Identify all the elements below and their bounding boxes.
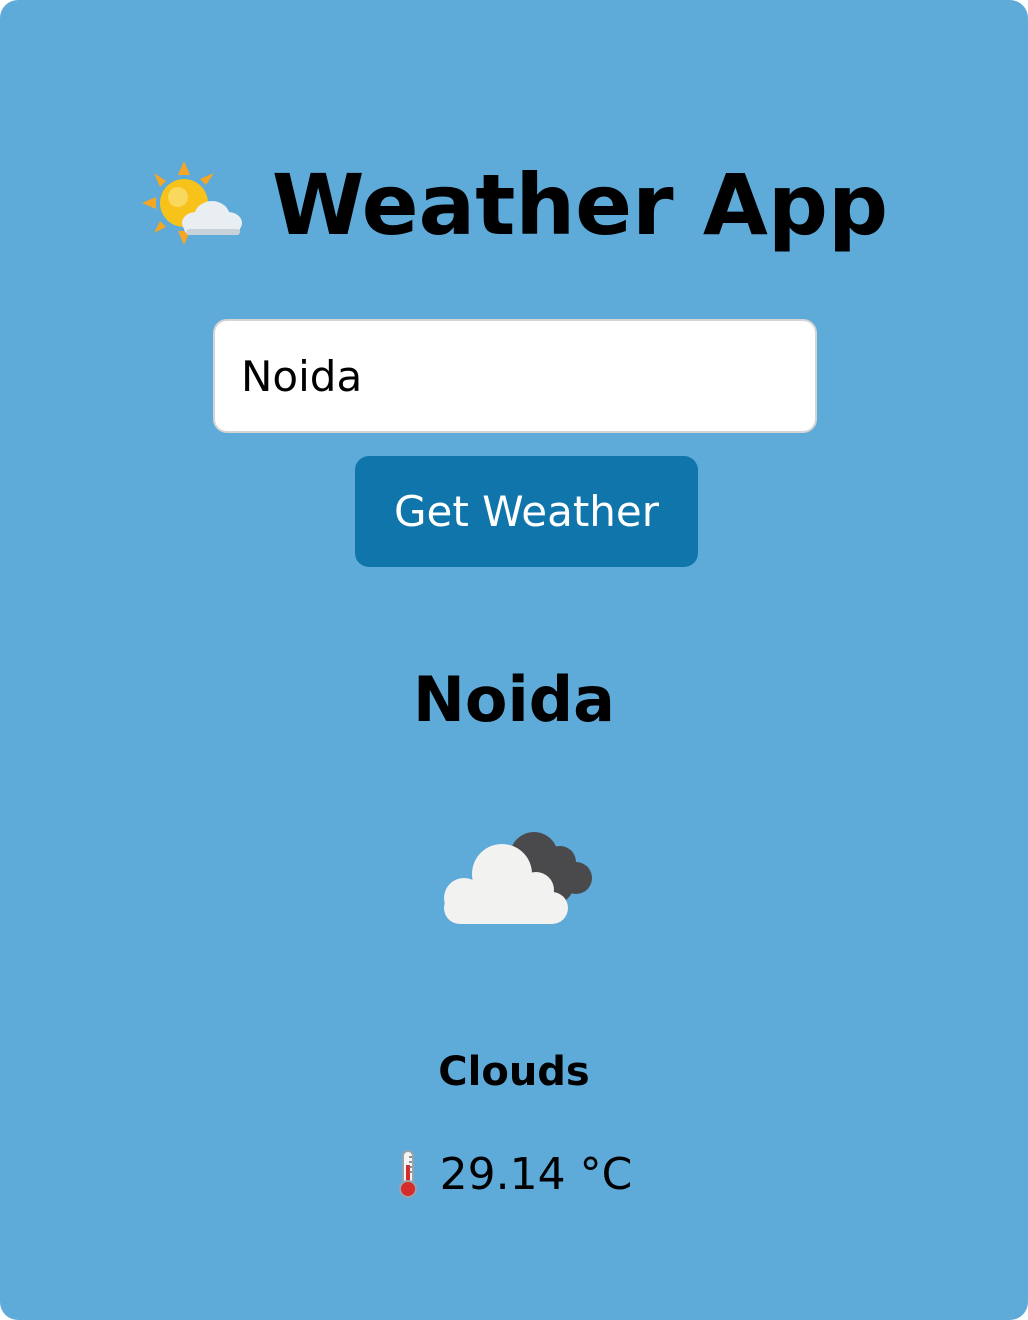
city-search-input[interactable] <box>213 319 817 433</box>
cloudy-icon <box>444 832 592 924</box>
weather-app-card: Weather App Get Weather Noida Clouds <box>0 0 1028 1320</box>
temperature-row: 29.14 °C <box>0 1146 1028 1202</box>
get-weather-button[interactable]: Get Weather <box>355 456 698 567</box>
app-header: Weather App <box>0 150 1028 260</box>
city-name: Noida <box>413 663 615 736</box>
app-title: Weather App <box>271 156 889 254</box>
temperature-value: 29.14 °C <box>439 1148 633 1200</box>
sun-behind-cloud-icon <box>141 161 242 245</box>
weather-condition: Clouds <box>438 1049 590 1095</box>
thermometer-icon <box>398 1150 417 1198</box>
